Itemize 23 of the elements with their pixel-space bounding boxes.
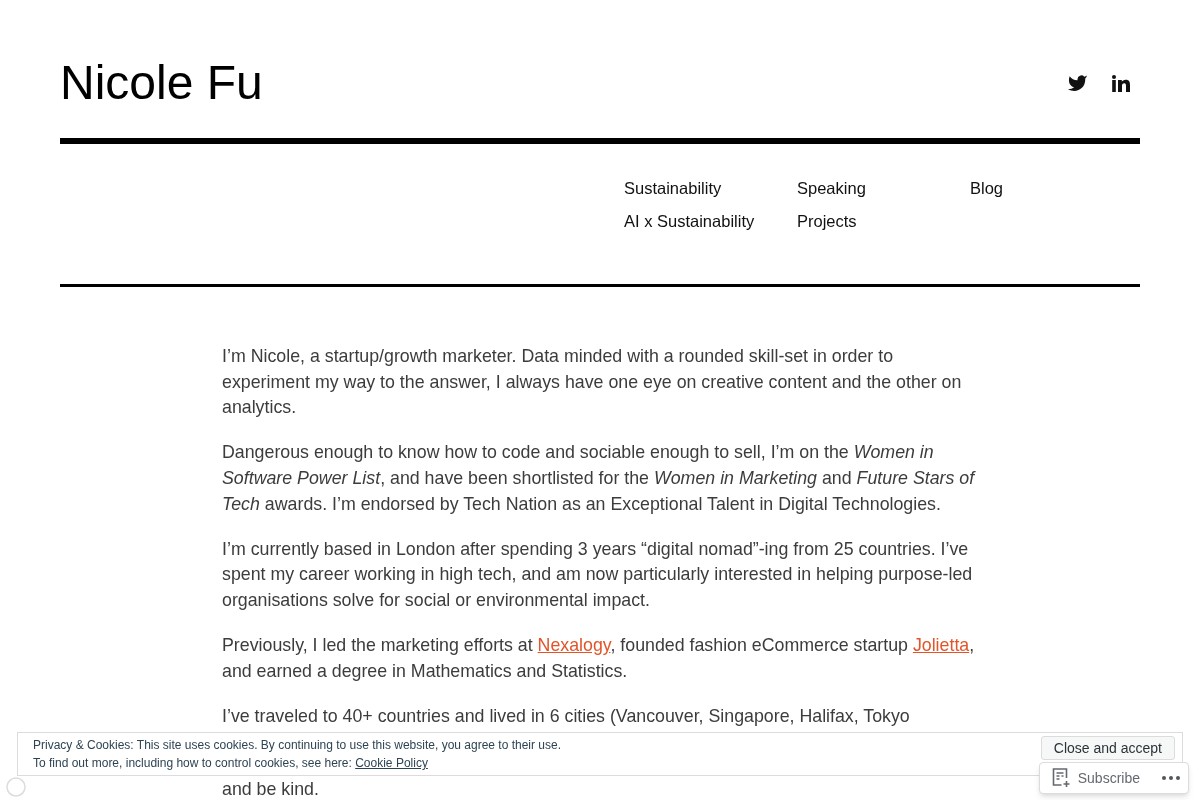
nav-link[interactable]: Blog	[970, 172, 1004, 205]
linkedin-icon[interactable]	[1112, 74, 1130, 92]
paragraph-text: and be kind.	[222, 778, 319, 800]
nav-link[interactable]: AI x Sustainability	[624, 205, 755, 238]
nav-link[interactable]: Speaking	[797, 172, 866, 205]
subscribe-button[interactable]: Subscribe	[1039, 763, 1150, 793]
text-link[interactable]: Nexalogy	[537, 635, 611, 656]
nav-link[interactable]: Sustainability	[624, 172, 722, 205]
site-title[interactable]: Nicole Fu	[60, 58, 263, 108]
nav-link[interactable]: Projects	[797, 205, 857, 238]
ring-icon	[6, 777, 26, 797]
cookie-policy-link[interactable]: Cookie Policy	[355, 756, 428, 770]
paragraph-text: I’m Nicole, a startup/growth marketer. Data minded with a rounded skill-set in order to experiment my way to the answer, I always have one eye on creative content and the other on analytics.	[222, 345, 963, 420]
paragraph-text: I’ve traveled to 40+ countries and lived in 6 cities (Vancouver, Singapore, Halifax, Tokyo	[222, 704, 910, 728]
cookie-notice-text: Privacy & Cookies: This site uses cookies. By continuing to use this website, you agree to their use. To find out more, including how to control cookies, see here: Cookie Policy	[33, 737, 562, 772]
close-and-accept-button[interactable]: Close and accept	[1040, 736, 1175, 760]
paragraph-text: Dangerous enough to know how to code and sociable enough to sell, I’m on the Women in Software Power List, and have been shortlisted for the Women in Marketing and Future Stars of Tech awards. I’m endorsed by Tech Nation as an Exceptional Talent in Digital Technologies.	[222, 441, 977, 516]
paragraph-text: Previously, I led the marketing efforts at Nexalogy, founded fashion eCommerce startup Jolietta, and earned a degree in Mathematics and Statistics.	[222, 634, 976, 683]
text-link[interactable]: Jolietta	[912, 635, 970, 656]
ellipsis-icon	[1162, 776, 1180, 780]
reader-plus-icon	[1051, 768, 1071, 788]
twitter-bird-icon[interactable]	[1068, 75, 1087, 91]
paragraph-text: I’m currently based in London after spending 3 years “digital nomad”-ing from 25 countries. I’ve spent my career working in high tech, and am now particularly interested in helping purpose-led organisations solve for social or environmental impact.	[222, 537, 974, 612]
